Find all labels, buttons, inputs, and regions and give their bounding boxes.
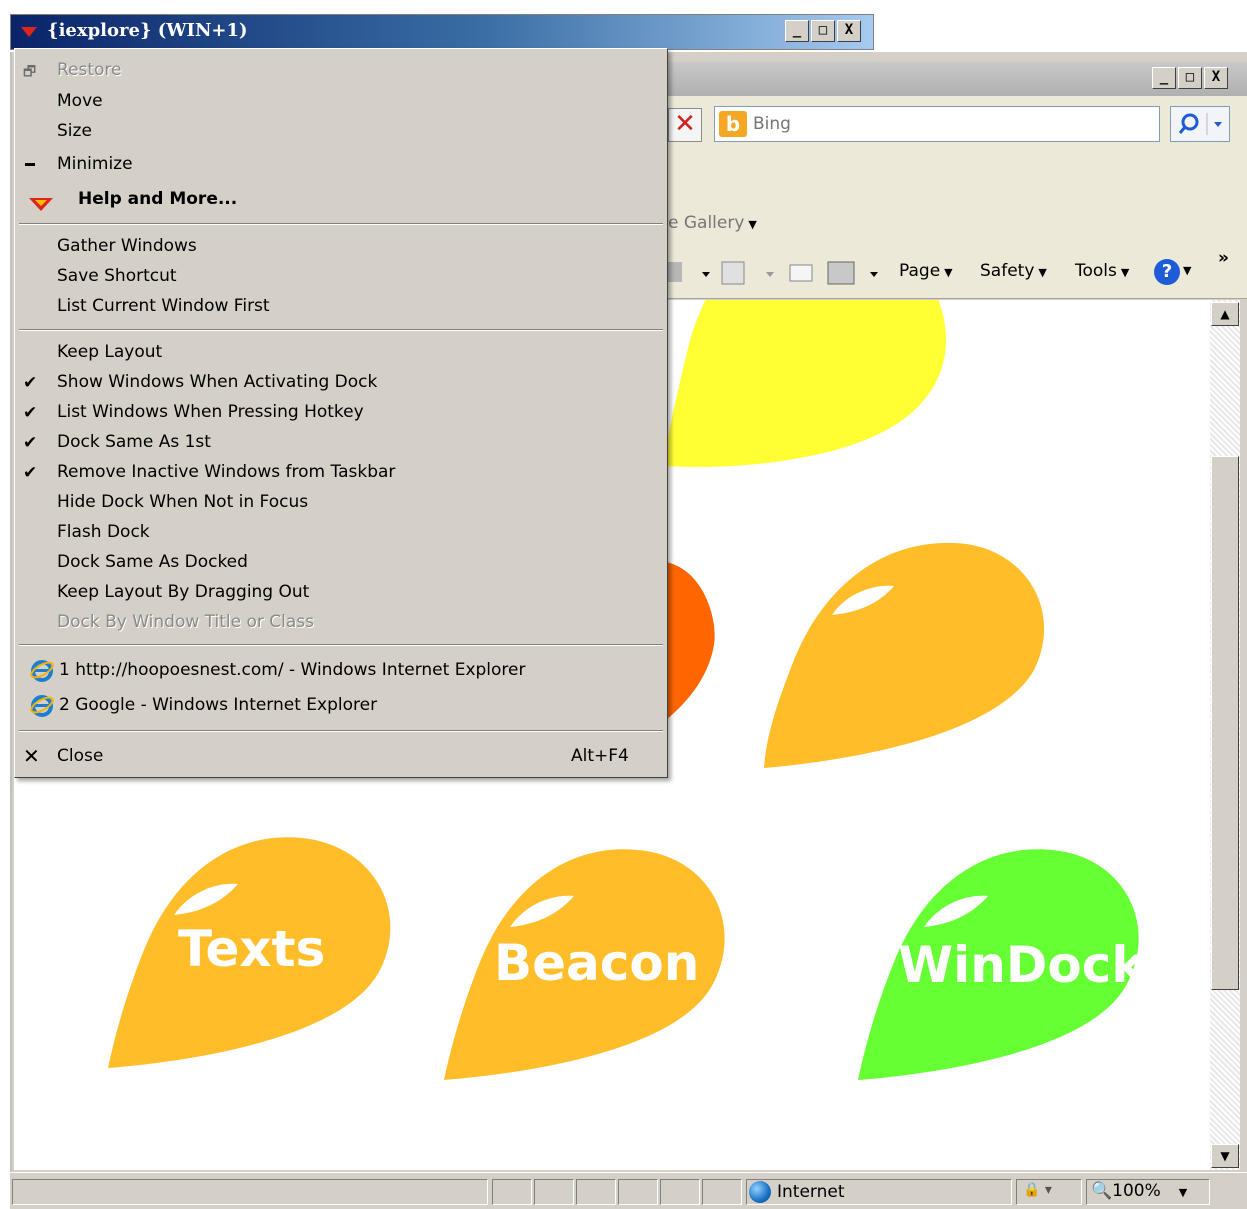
menu-item-dock-same-as-1st[interactable]: Dock Same As 1st <box>57 432 211 452</box>
drop-label-beacon[interactable]: Beacon <box>494 934 699 992</box>
web-slice-gallery-link[interactable]: e Gallery ▼ <box>668 213 757 233</box>
page-menu[interactable]: Page ▼ <box>899 261 953 281</box>
close-icon: ✕ <box>23 744 40 768</box>
check-icon: ✔ <box>23 433 38 453</box>
mail-icon <box>789 264 813 282</box>
home-icon <box>668 262 682 282</box>
bing-logo-icon: b <box>719 111 747 137</box>
zoom-icon: 🔍 <box>1091 1181 1113 1201</box>
menu-item-close[interactable]: Close <box>57 746 103 766</box>
search-input[interactable] <box>753 111 1143 137</box>
chevron-icon[interactable]: » <box>1218 248 1229 268</box>
menu-item-flash-dock[interactable]: Flash Dock <box>57 522 150 542</box>
restore-icon: 🗗 <box>23 64 37 80</box>
zoom-cell[interactable]: 🔍100% ▼ <box>1086 1179 1210 1205</box>
floating-window-title: {iexplore} (WIN+1) <box>47 20 248 41</box>
menu-item-close-shortcut: Alt+F4 <box>571 746 629 766</box>
menu-item-minimize[interactable]: Minimize <box>57 154 133 174</box>
x-icon: ✕ <box>674 109 696 139</box>
globe-icon <box>749 1181 771 1203</box>
menu-item-restore[interactable]: Restore <box>57 60 122 80</box>
menu-item-list-windows-when-pressing-hotkey[interactable]: List Windows When Pressing Hotkey <box>57 402 364 422</box>
favorites-bar <box>668 158 1247 200</box>
ie-icon <box>30 660 54 682</box>
protected-mode-cell[interactable]: 🔒 ▾ <box>1016 1179 1082 1205</box>
status-text-cell <box>12 1179 488 1205</box>
menu-item-remove-inactive-windows[interactable]: Remove Inactive Windows from Taskbar <box>57 462 395 482</box>
menu-item-hide-dock-when-not-in-focus[interactable]: Hide Dock When Not in Focus <box>57 492 308 512</box>
ie-caption-buttons: _ □ X <box>1152 67 1228 89</box>
drop-label-texts[interactable]: Texts <box>178 920 325 978</box>
red-triangle-icon[interactable] <box>21 27 37 37</box>
ie-maximize-button[interactable]: □ <box>1178 67 1202 89</box>
menu-item-show-windows-when-activating-dock[interactable]: Show Windows When Activating Dock <box>57 372 377 392</box>
float-caption-buttons: _ □ X <box>785 20 861 42</box>
ie-icon <box>30 695 54 717</box>
drop-shape-orange-middle <box>764 542 1045 768</box>
menu-item-keep-layout[interactable]: Keep Layout <box>57 342 162 362</box>
float-maximize-button[interactable]: □ <box>811 20 835 42</box>
vertical-scrollbar[interactable]: ▲ ▼ <box>1210 300 1240 1170</box>
scroll-thumb[interactable] <box>1211 456 1239 990</box>
float-minimize-button[interactable]: _ <box>785 20 809 42</box>
menu-item-dock-by-window-title-or-class[interactable]: Dock By Window Title or Class <box>57 612 314 632</box>
menu-item-window-hoopoesnest[interactable]: 1 http://hoopoesnest.com/ - Windows Inte… <box>59 660 526 680</box>
check-icon: ✔ <box>23 403 38 423</box>
help-icon[interactable]: ? <box>1154 259 1180 285</box>
menu-item-help-and-more[interactable]: Help and More... <box>78 189 237 209</box>
check-icon: ✔ <box>23 463 38 483</box>
ie-titlebar: _ □ X <box>668 62 1247 96</box>
red-triangle-icon <box>29 198 53 211</box>
feeds-icon <box>721 261 745 285</box>
stop-button[interactable]: ✕ <box>668 108 702 142</box>
menu-item-save-shortcut[interactable]: Save Shortcut <box>57 266 177 286</box>
menu-item-keep-layout-by-dragging-out[interactable]: Keep Layout By Dragging Out <box>57 582 309 602</box>
command-bar-icons <box>668 261 878 285</box>
menu-item-gather-windows[interactable]: Gather Windows <box>57 236 197 256</box>
drop-shape-yellow <box>664 300 947 467</box>
lock-icon: 🔒 <box>1023 1182 1041 1198</box>
print-icon <box>827 261 855 285</box>
scroll-down-button[interactable]: ▼ <box>1211 1144 1239 1168</box>
status-bar: Internet 🔒 ▾ 🔍100% ▼ <box>10 1172 1247 1209</box>
menu-item-move[interactable]: Move <box>57 91 103 111</box>
menu-item-list-current-window-first[interactable]: List Current Window First <box>57 296 270 316</box>
menu-item-window-google[interactable]: 2 Google - Windows Internet Explorer <box>59 695 377 715</box>
float-close-button[interactable]: X <box>837 20 861 42</box>
magnifier-icon <box>1178 113 1222 135</box>
ie-close-button[interactable]: X <box>1204 67 1228 89</box>
minimize-icon <box>25 163 35 166</box>
search-go-button[interactable] <box>1170 106 1230 142</box>
check-icon: ✔ <box>23 373 38 393</box>
menu-item-dock-same-as-docked[interactable]: Dock Same As Docked <box>57 552 248 572</box>
ie-minimize-button[interactable]: _ <box>1152 67 1176 89</box>
menu-item-size[interactable]: Size <box>57 121 92 141</box>
floating-title-bar[interactable]: {iexplore} (WIN+1) _ □ X <box>10 14 874 50</box>
drop-label-windock[interactable]: WinDock <box>898 936 1145 994</box>
safety-menu[interactable]: Safety ▼ <box>980 261 1047 281</box>
drop-shape-red-orange <box>666 562 715 720</box>
tools-menu[interactable]: Tools ▼ <box>1075 261 1129 281</box>
search-box[interactable]: b <box>714 106 1160 142</box>
scroll-up-button[interactable]: ▲ <box>1211 302 1239 326</box>
zone-cell[interactable]: Internet <box>746 1179 1012 1205</box>
window-context-menu: 🗗 Restore Move Size Minimize Help and Mo… <box>14 48 668 778</box>
